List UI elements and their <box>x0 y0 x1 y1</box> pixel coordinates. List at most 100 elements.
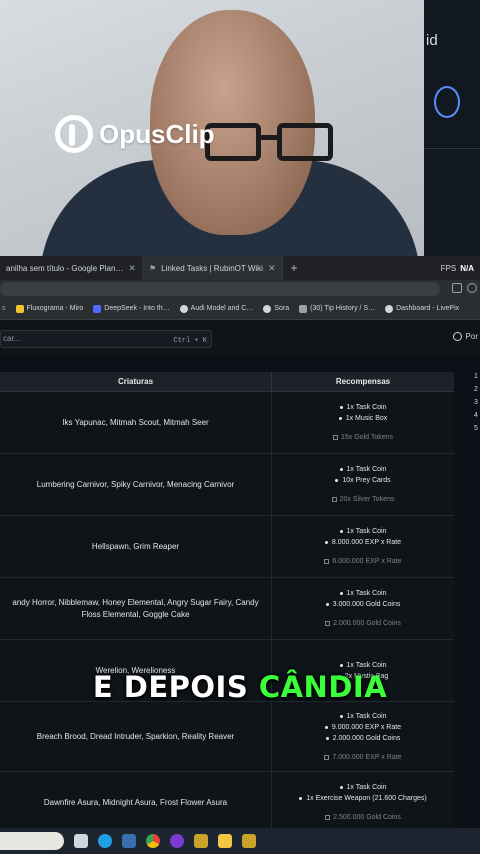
close-icon[interactable]: ✕ <box>128 263 136 274</box>
url-field[interactable] <box>0 282 440 296</box>
toc-item[interactable]: 4 <box>474 409 480 422</box>
optional-reward-text: 2.000.000 Gold Coins <box>333 620 401 627</box>
optional-reward-text: 6.000.000 EXP x Rate <box>332 558 402 565</box>
rewards-cell: 1x Task Coin 3.000.000 Gold Coins 2.000.00… <box>272 578 454 639</box>
optional-reward[interactable]: 15x Gold Tokens <box>332 432 393 443</box>
bookmark-tip-history[interactable]: (30) Tip History / S… <box>299 304 375 313</box>
task-view-icon[interactable] <box>74 834 88 848</box>
bullet-icon <box>339 530 343 533</box>
video-caption: E DEPOIS CÂNDIA <box>0 670 480 704</box>
screen: OpusClip id anilha sem título - Google P… <box>0 0 480 854</box>
reward-text: 1x Task Coin <box>346 590 387 597</box>
table-row: andy Horror, Nibblemaw, Honey Elemental,… <box>0 578 454 640</box>
livepix-icon <box>385 304 394 313</box>
reward-text: 10x Prey Cards <box>342 477 391 484</box>
tab-rubinot-wiki[interactable]: ⚑ Linked Tasks | RubinOT Wiki ✕ <box>142 256 283 280</box>
wiki-search-input[interactable]: car... Ctrl + K <box>0 330 212 348</box>
reward-text: 1x Task Coin <box>346 712 387 720</box>
checkbox-icon[interactable] <box>325 815 331 820</box>
bullet-icon <box>339 468 343 471</box>
game-client-icon[interactable] <box>194 834 208 848</box>
bullet-icon <box>335 479 339 482</box>
reward-text: 1x Task Coin <box>346 404 387 411</box>
rewards-cell: 1x Task Coin 8.000.000 EXP x Rate 6.000.00… <box>272 516 454 577</box>
x-icon <box>299 304 308 313</box>
reward-item: 1x Task Coin <box>339 660 387 671</box>
reward-text: 1x Task Coin <box>346 784 387 791</box>
bookmark-overflow-icon[interactable]: s <box>2 305 6 312</box>
rewards-cell: 1x Task Coin 10x Prey Cards 20x Silver Tok… <box>272 454 454 515</box>
tab-google-sheets[interactable]: anilha sem título - Google Plan… ✕ <box>0 256 143 280</box>
wiki-favicon-icon: ⚑ <box>148 263 157 273</box>
caption-white: E DEPOIS <box>92 670 249 704</box>
taskbar-search[interactable] <box>0 832 64 850</box>
bullet-icon <box>299 797 303 800</box>
glasses <box>205 123 335 167</box>
bookmark-audi[interactable]: Audi Model and C… <box>179 304 253 313</box>
optional-reward[interactable]: 2.500.000 Gold Coins <box>325 812 401 823</box>
checkbox-icon[interactable] <box>324 754 330 760</box>
toc-item[interactable]: 1 <box>474 370 480 383</box>
reward-item: 2.000.000 Gold Coins <box>325 733 400 744</box>
address-bar <box>0 280 480 298</box>
checkbox-icon[interactable] <box>324 559 330 564</box>
reward-item: 9.000.000 EXP x Rate <box>324 722 401 733</box>
folder-icon[interactable] <box>218 834 232 848</box>
opusclip-watermark: OpusClip <box>55 115 215 153</box>
new-tab-button[interactable]: + <box>283 261 306 275</box>
table-row: Lumbering Carnivor, Spiky Carnivor, Mena… <box>0 454 454 516</box>
rewards-cell: 1x Task Coin 9.000.000 EXP x Rate 2.000.00… <box>272 702 454 771</box>
reward-item: 10x Prey Cards <box>335 475 391 486</box>
creatures-cell: Dawnfire Asura, Midnight Asura, Frost Fl… <box>0 772 272 833</box>
bookmark-deepseek[interactable]: DeepSeek - Into th… <box>93 304 170 313</box>
bullet-icon <box>325 603 329 606</box>
app-icon[interactable] <box>170 834 184 848</box>
toc-item[interactable]: 2 <box>474 383 480 396</box>
tab-label: anilha sem título - Google Plan… <box>6 263 124 273</box>
checkbox-icon[interactable] <box>332 435 338 440</box>
reward-text: 1x Music Box <box>345 415 388 422</box>
toc-item[interactable]: 3 <box>474 396 480 409</box>
optional-reward-text: 15x Gold Tokens <box>340 434 393 441</box>
settings-icon[interactable] <box>122 834 136 848</box>
chrome-icon[interactable] <box>146 834 160 848</box>
optional-reward[interactable]: 2.000.000 Gold Coins <box>325 618 401 629</box>
reward-item: 1x Task Coin <box>339 402 387 413</box>
close-icon[interactable]: ✕ <box>268 263 276 274</box>
checkbox-icon[interactable] <box>331 497 337 502</box>
creatures-cell: Breach Brood, Dread Intruder, Sparkion, … <box>0 702 272 771</box>
game-client-icon-2[interactable] <box>242 834 256 848</box>
reward-item: 1x Exercise Weapon (21.600 Charges) <box>299 793 427 804</box>
bookmark-star-icon[interactable] <box>467 283 477 293</box>
reward-item: 1x Task Coin <box>339 464 386 475</box>
rewards-cell: 1x Task Coin 1x Music Box 15x Gold Tokens <box>272 392 454 453</box>
bullet-icon <box>338 417 342 420</box>
toc-item[interactable]: 5 <box>474 422 480 435</box>
reward-item: 1x Task Coin <box>339 588 387 599</box>
audi-icon <box>179 304 188 313</box>
opusclip-logo-icon <box>55 115 93 153</box>
language-selector[interactable]: Por <box>452 332 478 341</box>
creatures-cell: andy Horror, Nibblemaw, Honey Elemental,… <box>0 578 272 639</box>
toc-fragment: 12345 <box>474 370 480 435</box>
table-header: Criaturas Recompensas <box>0 372 454 392</box>
reward-text: 1x Exercise Weapon (21.600 Charges) <box>306 795 427 802</box>
tab-label: Linked Tasks | RubinOT Wiki <box>161 263 263 273</box>
table-row: Hellspawn, Grim Reaper 1x Task Coin 8.000.… <box>0 516 454 578</box>
bookmark-sora[interactable]: Sora <box>263 304 289 313</box>
column-header-rewards: Recompensas <box>335 377 391 386</box>
browser-tab-bar: anilha sem título - Google Plan… ✕ ⚑ Lin… <box>0 256 480 280</box>
linked-tasks-table: Criaturas Recompensas Iks Yapunac, Mitma… <box>0 372 454 834</box>
optional-reward[interactable]: 6.000.000 EXP x Rate <box>324 556 402 567</box>
checkbox-icon[interactable] <box>325 621 331 626</box>
bullet-icon <box>339 714 343 718</box>
bullet-icon <box>339 406 343 409</box>
extension-icon[interactable] <box>452 283 462 293</box>
bookmark-livepix[interactable]: Dashboard - LivePix <box>385 304 459 313</box>
optional-reward[interactable]: 20x Silver Tokens <box>331 494 394 505</box>
reward-text: 1x Task Coin <box>346 661 387 669</box>
edge-icon[interactable] <box>98 834 112 848</box>
optional-reward[interactable]: 7.000.000 EXP x Rate <box>324 752 402 763</box>
bookmark-miro[interactable]: Fluxograma - Miro <box>15 304 83 313</box>
bullet-icon <box>339 786 343 789</box>
